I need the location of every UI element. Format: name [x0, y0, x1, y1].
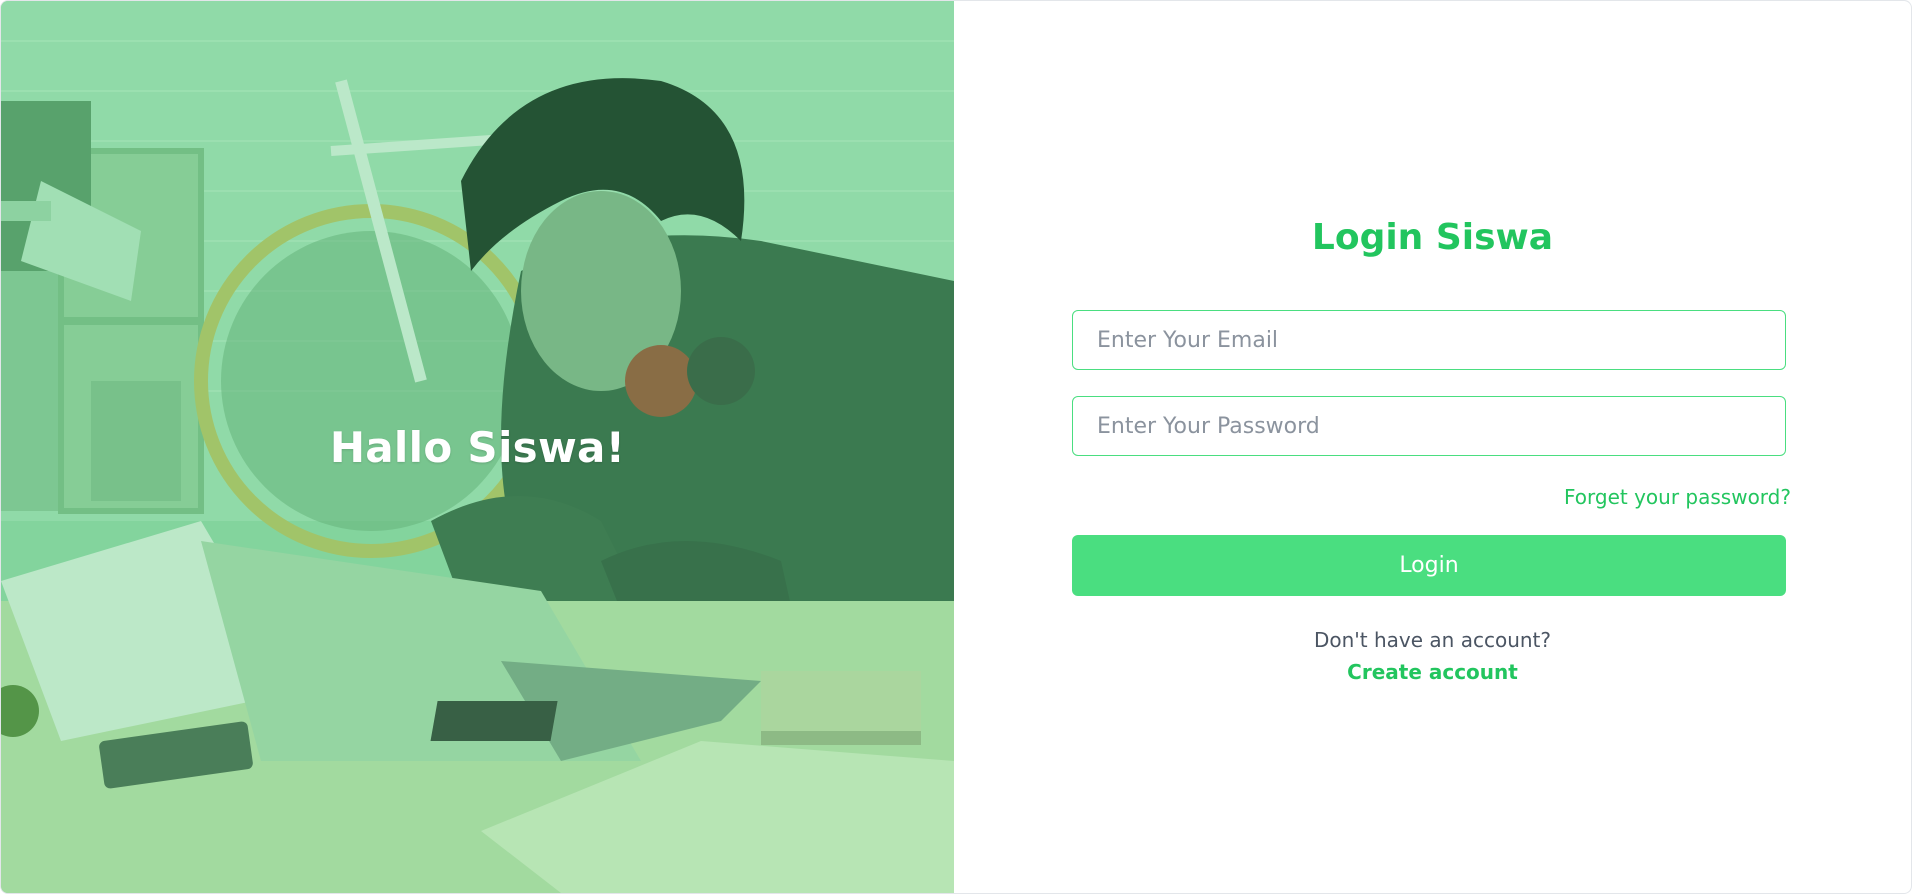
login-panel: Login Siswa Forget your password? Login … — [954, 1, 1911, 893]
hero-greeting: Hallo Siswa! — [329, 423, 626, 472]
password-input[interactable] — [1072, 396, 1786, 456]
login-title: Login Siswa — [1311, 217, 1554, 258]
login-button[interactable]: Login — [1072, 535, 1786, 596]
no-account-text: Don't have an account? — [1313, 628, 1552, 652]
create-account-link[interactable]: Create account — [954, 660, 1911, 684]
hero-panel: Hallo Siswa! — [1, 1, 954, 893]
email-input[interactable] — [1072, 310, 1786, 370]
forgot-password-link[interactable]: Forget your password? — [1564, 485, 1791, 509]
login-page: Hallo Siswa! Login Siswa Forget your pas… — [0, 0, 1912, 894]
